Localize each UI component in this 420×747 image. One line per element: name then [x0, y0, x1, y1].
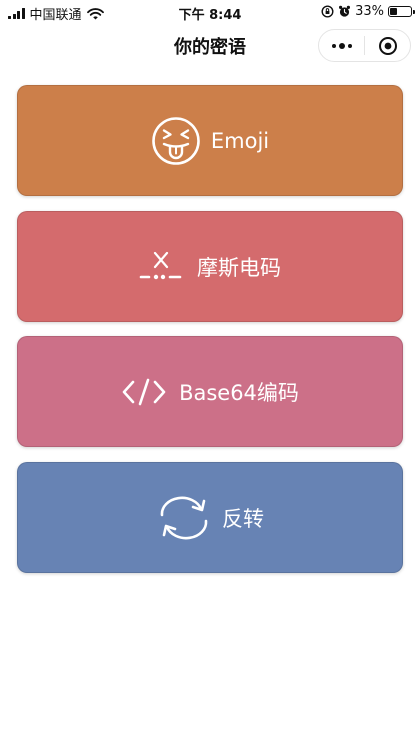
- reverse-card-button[interactable]: 反转: [17, 462, 403, 573]
- emoji-card-button[interactable]: Emoji: [17, 85, 403, 196]
- alarm-clock-icon: [339, 5, 351, 17]
- status-right: 33%: [321, 4, 415, 19]
- tongue-out-emoji-icon: [151, 116, 201, 166]
- more-menu-button[interactable]: [319, 30, 364, 61]
- wifi-icon: [86, 7, 104, 19]
- signal-strength-icon: [8, 8, 25, 19]
- mini-program-capsule: [318, 29, 411, 62]
- code-brackets-icon: [121, 377, 167, 407]
- battery-level-fill: [390, 8, 397, 15]
- status-bar: 中国联通 下午 8:44 33%: [0, 0, 420, 24]
- status-left: 中国联通: [8, 4, 104, 23]
- battery-percent: 33%: [355, 4, 384, 19]
- morse-code-icon: [139, 247, 183, 287]
- morse-code-card-label: 摩斯电码: [197, 255, 281, 280]
- morse-code-card-button[interactable]: 摩斯电码: [17, 211, 403, 322]
- base64-card-button[interactable]: Base64编码: [17, 336, 403, 447]
- more-dots-icon: [331, 42, 352, 49]
- close-mini-program-button[interactable]: [365, 30, 410, 61]
- refresh-arrows-icon: [156, 495, 212, 541]
- target-circle-icon: [378, 36, 397, 55]
- base64-card-label: Base64编码: [179, 380, 299, 405]
- emoji-card-label: Emoji: [210, 128, 270, 153]
- navigation-bar: 你的密语: [0, 24, 420, 66]
- rotation-lock-icon: [321, 5, 334, 18]
- carrier-name: 中国联通: [29, 8, 82, 23]
- reverse-card-label: 反转: [222, 506, 264, 531]
- battery-icon: [388, 6, 415, 17]
